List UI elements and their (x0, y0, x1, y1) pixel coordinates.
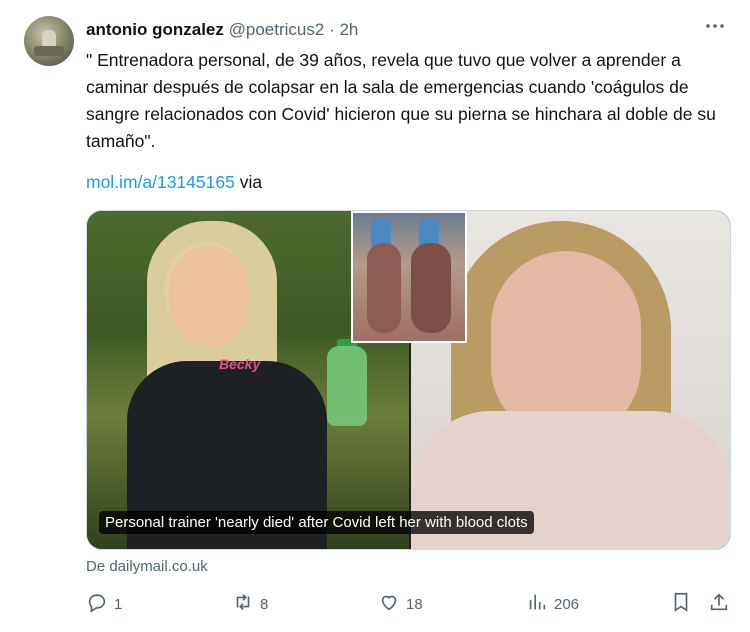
tweet-header: antonio gonzalez @poetricus2 · 2h (86, 20, 358, 40)
share-icon (708, 591, 730, 617)
reply-icon (86, 591, 108, 617)
author-name[interactable]: antonio gonzalez (86, 20, 224, 39)
reply-count: 1 (114, 595, 123, 613)
link-preview-card[interactable]: Becky Personal trainer 'nearly died' aft… (86, 210, 731, 550)
leg-left (367, 243, 401, 333)
avatar-bench (34, 46, 64, 56)
action-bar: 1 8 18 206 (86, 590, 731, 620)
water-bottle (327, 346, 367, 426)
link-line: mol.im/a/13145165 via (86, 172, 262, 193)
author-handle[interactable]: @poetricus2 (229, 20, 325, 39)
tweet-text: " Entrenadora personal, de 39 años, reve… (86, 50, 716, 151)
card-source[interactable]: De dailymail.co.uk (86, 558, 208, 575)
photo-face (169, 246, 249, 346)
like-icon (378, 591, 400, 617)
views-icon (526, 591, 548, 617)
avatar[interactable] (24, 16, 74, 66)
via-label: via (234, 172, 263, 192)
retweet-icon (232, 591, 254, 617)
retweet-button[interactable]: 8 (232, 590, 268, 618)
more-horizontal-icon[interactable] (704, 16, 726, 36)
tweet-time[interactable]: 2h (339, 20, 358, 39)
jacket-logo: Becky (219, 356, 261, 372)
card-caption: Personal trainer 'nearly died' after Cov… (99, 511, 534, 534)
views-count: 206 (554, 595, 580, 613)
tweet[interactable]: antonio gonzalez @poetricus2 · 2h " Entr… (0, 0, 750, 632)
share-button[interactable] (708, 590, 730, 618)
bookmark-button[interactable] (670, 590, 692, 618)
bookmark-icon (670, 591, 692, 617)
retweet-count: 8 (260, 595, 269, 613)
like-button[interactable]: 18 (378, 590, 423, 618)
leg-right (411, 243, 451, 333)
like-count: 18 (406, 595, 423, 613)
photo-inset-legs (351, 211, 467, 343)
separator-dot: · (329, 20, 335, 39)
article-link[interactable]: mol.im/a/13145165 (86, 172, 235, 192)
views-button[interactable]: 206 (526, 590, 579, 618)
reply-button[interactable]: 1 (86, 590, 122, 618)
